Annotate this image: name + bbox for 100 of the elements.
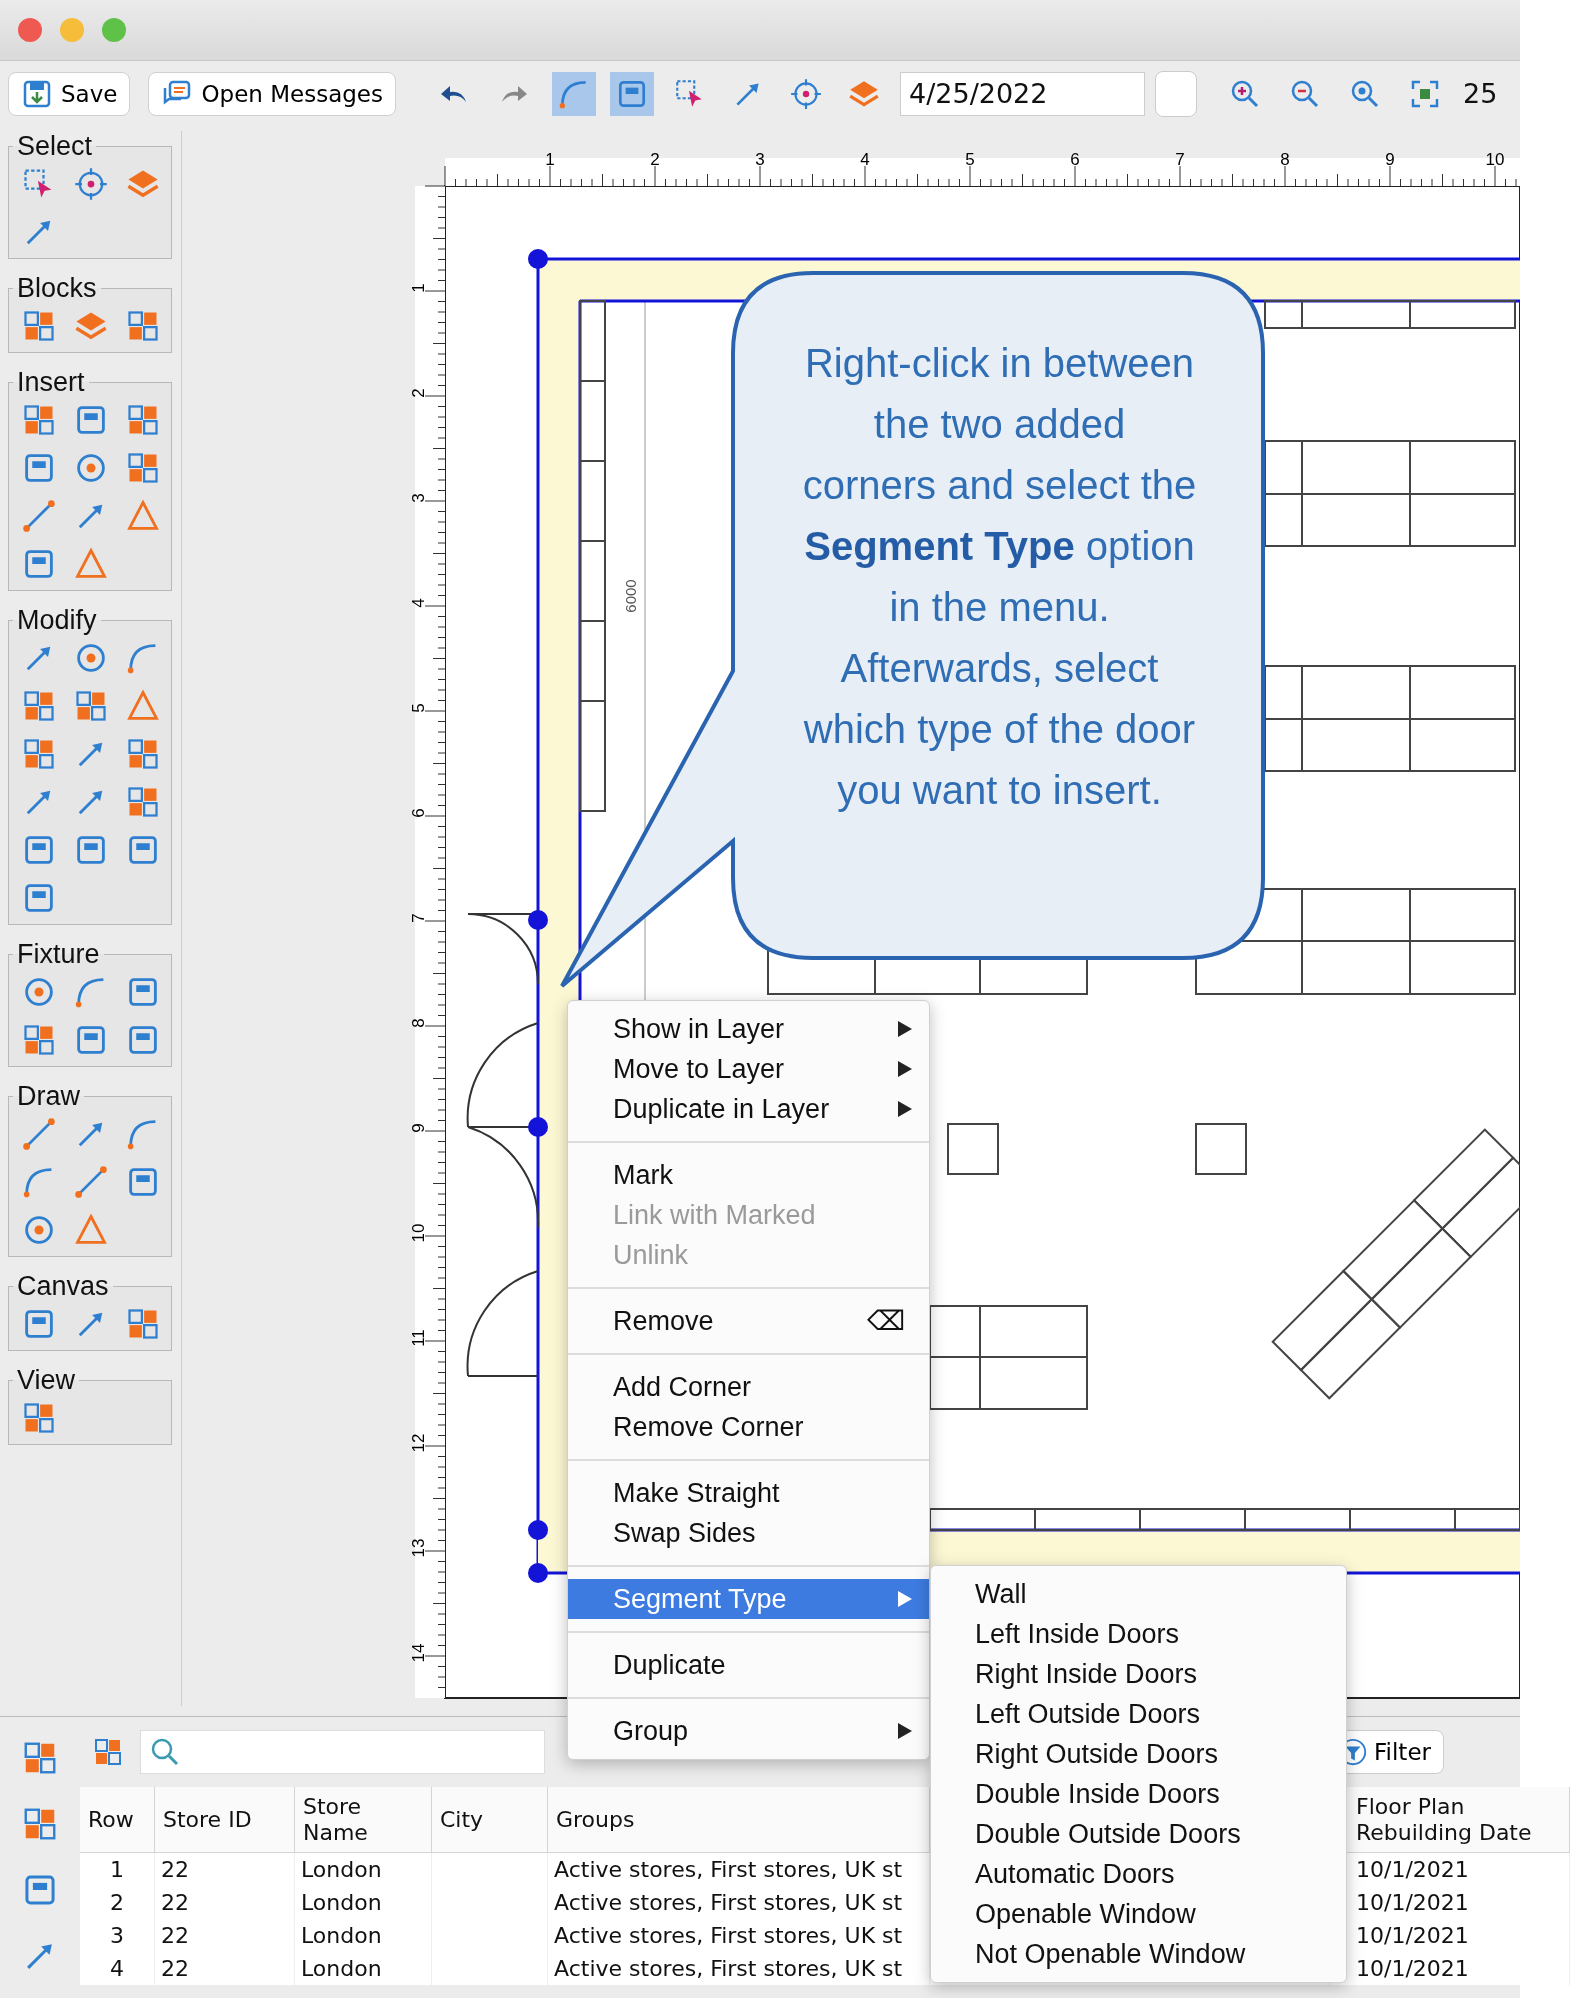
- ruler-label: 4: [860, 150, 870, 169]
- save-button[interactable]: Save: [8, 71, 131, 116]
- ruler-label: 14: [409, 1643, 428, 1663]
- open-messages-button[interactable]: Open Messages: [148, 71, 396, 116]
- grid-icon[interactable]: [21, 736, 57, 772]
- section-title: Fixture: [16, 939, 101, 970]
- ruler-label: 7: [1175, 150, 1185, 169]
- menu-item[interactable]: Show in Layer: [568, 1009, 929, 1049]
- section-title: Insert: [16, 367, 86, 398]
- ruler-label: 8: [1280, 150, 1290, 169]
- menu-item[interactable]: Duplicate in Layer: [568, 1089, 929, 1129]
- column-header[interactable]: Store ID: [155, 1787, 295, 1853]
- corner-handle[interactable]: [528, 249, 548, 269]
- dimension-label: 6000: [622, 579, 639, 613]
- grid-icon[interactable]: [125, 736, 161, 772]
- ruler-label: 9: [409, 1123, 428, 1133]
- ruler-label: 3: [755, 150, 765, 169]
- table-cell: London: [295, 1886, 432, 1919]
- ruler-label: 5: [409, 703, 428, 713]
- section-title: Select: [16, 131, 94, 162]
- line-icon[interactable]: [21, 498, 57, 534]
- table-cell: 22: [155, 1886, 295, 1919]
- ruler-label: 5: [965, 150, 975, 169]
- target-icon[interactable]: [73, 166, 109, 202]
- close-button[interactable]: [18, 18, 42, 42]
- date-field[interactable]: 4/25/2022: [900, 71, 1145, 116]
- zoom-level: 25: [1463, 78, 1498, 109]
- column-header[interactable]: Row: [80, 1787, 155, 1853]
- ruler-label: 3: [409, 493, 428, 503]
- section-title: Draw: [16, 1081, 81, 1112]
- column-header[interactable]: Groups: [548, 1787, 930, 1853]
- ruler-label: 2: [409, 388, 428, 398]
- grid-icon[interactable]: [21, 688, 57, 724]
- menu-item[interactable]: Wall: [931, 1574, 1346, 1614]
- tool-toggle[interactable]: [610, 71, 654, 116]
- section-title: Canvas: [16, 1271, 110, 1302]
- grid-icon[interactable]: [125, 450, 161, 486]
- menu-item[interactable]: Make Straight: [568, 1473, 929, 1513]
- submenu-arrow-icon: [897, 1722, 913, 1740]
- menu-item[interactable]: Mark: [568, 1155, 929, 1195]
- ruler-label: 4: [409, 598, 428, 608]
- ruler-label: 10: [1485, 150, 1505, 169]
- menu-item[interactable]: Right Inside Doors: [931, 1654, 1346, 1694]
- section-title: Modify: [16, 605, 98, 636]
- grid-icon[interactable]: [73, 688, 109, 724]
- corner-handle[interactable]: [528, 1117, 548, 1137]
- line-icon[interactable]: [21, 1116, 57, 1152]
- ruler-label: 12: [409, 1433, 428, 1453]
- menu-item[interactable]: Swap Sides: [568, 1513, 929, 1553]
- table-cell: 22: [155, 1919, 295, 1952]
- table-cell: 3: [80, 1919, 155, 1952]
- grid-icon[interactable]: [92, 1736, 124, 1768]
- corner-handle[interactable]: [528, 910, 548, 930]
- ruler-label: 7: [409, 913, 428, 923]
- menu-item[interactable]: Duplicate: [568, 1645, 929, 1685]
- ruler-label: 11: [409, 1329, 428, 1347]
- column-header[interactable]: City: [432, 1787, 548, 1853]
- tool-toggle[interactable]: [552, 71, 596, 116]
- ruler-label: 8: [409, 1018, 428, 1028]
- grid-icon[interactable]: [125, 784, 161, 820]
- grid-icon[interactable]: [21, 402, 57, 438]
- menu-item[interactable]: Group: [568, 1711, 929, 1751]
- corner-handle[interactable]: [528, 1563, 548, 1583]
- shortcut-label: ⌫: [867, 1305, 905, 1337]
- menu-item[interactable]: Add Corner: [568, 1367, 929, 1407]
- line-icon[interactable]: [73, 1164, 109, 1200]
- corner-handle[interactable]: [528, 1520, 548, 1540]
- grid-icon[interactable]: [125, 1306, 161, 1342]
- ruler-label: 1: [409, 283, 428, 293]
- grid-icon[interactable]: [125, 402, 161, 438]
- submenu-arrow-icon: [897, 1060, 913, 1078]
- menu-item[interactable]: Segment Type: [568, 1579, 929, 1619]
- callout-text: Right-click in between the two added corners and select the Segment Type option in the menu. Afterwards, select which type of the door you want to insert.: [802, 340, 1197, 814]
- ruler-label: 10: [409, 1223, 428, 1243]
- table-cell: London: [295, 1919, 432, 1952]
- section-title: Blocks: [16, 273, 98, 304]
- grid-icon[interactable]: [21, 1400, 57, 1436]
- grid-icon[interactable]: [125, 308, 161, 344]
- table-cell: 4: [80, 1952, 155, 1985]
- table-cell: 22: [155, 1853, 295, 1886]
- zoom-button[interactable]: [102, 18, 126, 42]
- ruler-label: 1: [545, 150, 555, 169]
- table-cell: 1: [80, 1853, 155, 1886]
- section-title: View: [16, 1365, 77, 1396]
- table-cell: 2: [80, 1886, 155, 1919]
- table-cell: London: [295, 1853, 432, 1886]
- ruler-label: 9: [1385, 150, 1395, 169]
- search-field[interactable]: [140, 1730, 545, 1774]
- menu-item[interactable]: Remove Corner: [568, 1407, 929, 1447]
- menu-item[interactable]: Left Inside Doors: [931, 1614, 1346, 1654]
- submenu-arrow-icon: [897, 1590, 913, 1608]
- target-icon: [789, 76, 823, 111]
- column-header[interactable]: Store Name: [295, 1787, 432, 1853]
- ruler-label: 6: [1070, 150, 1080, 169]
- menu-item[interactable]: Move to Layer: [568, 1049, 929, 1089]
- menu-item[interactable]: Remove ⌫: [568, 1301, 929, 1341]
- shelf: [947, 1123, 999, 1175]
- grid-icon[interactable]: [21, 1022, 57, 1058]
- shelf: [1195, 1123, 1247, 1175]
- grid-icon[interactable]: [21, 308, 57, 344]
